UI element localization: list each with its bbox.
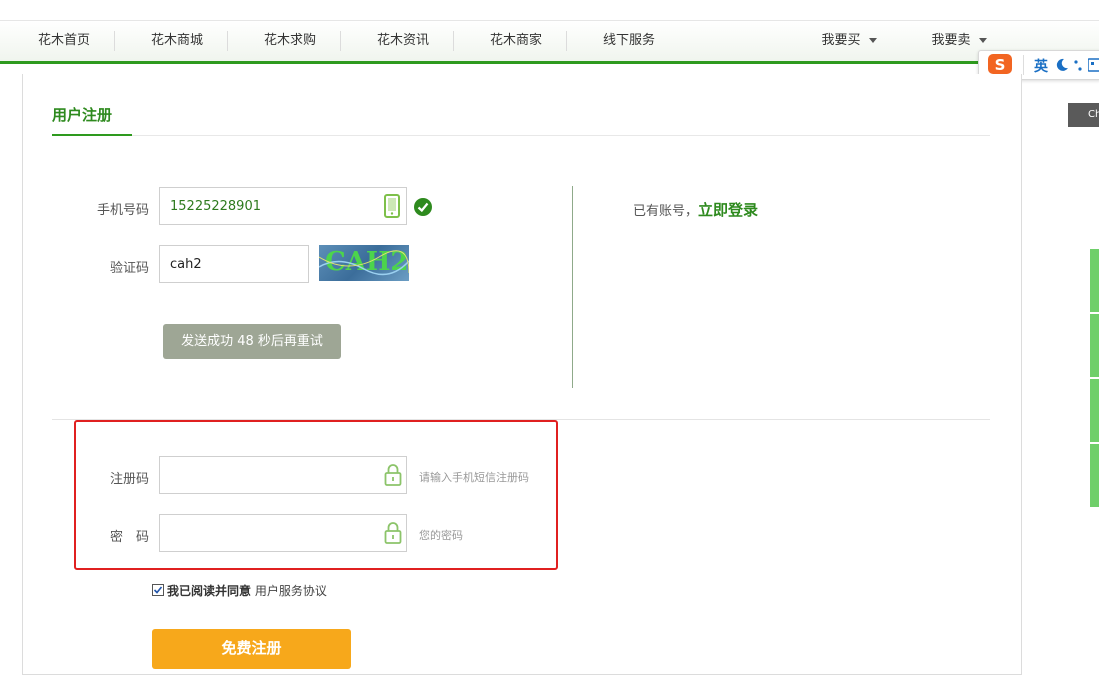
ime-mode-label[interactable]: 英 — [1034, 56, 1048, 76]
captcha-noise — [319, 250, 409, 276]
login-link[interactable]: 立即登录 — [698, 201, 758, 219]
nav-item-purchase[interactable]: 花木求购 — [253, 21, 327, 61]
lock-icon — [384, 464, 402, 486]
lock-icon — [384, 522, 402, 544]
nav-item-mall[interactable]: 花木商城 — [140, 21, 214, 61]
side-green-tab[interactable] — [1090, 379, 1099, 442]
side-float-tab[interactable]: Ch — [1068, 103, 1099, 127]
punctuation-icon[interactable] — [1072, 58, 1086, 72]
password-hint: 您的密码 — [419, 529, 463, 542]
password-label: 密 码 — [109, 530, 149, 545]
side-green-tab[interactable] — [1090, 444, 1099, 507]
sms-code-input[interactable] — [159, 456, 407, 494]
captcha-input[interactable] — [159, 245, 309, 283]
login-prompt: 已有账号，立即登录 — [633, 199, 758, 220]
title-underline — [52, 134, 132, 136]
side-green-tab[interactable] — [1090, 249, 1099, 312]
sms-code-hint: 请输入手机短信注册码 — [419, 471, 529, 484]
send-sms-button[interactable]: 发送成功 48 秒后再重试 — [163, 324, 341, 359]
agreement-link[interactable]: 用户服务协议 — [255, 584, 327, 598]
agree-checkbox[interactable] — [152, 584, 164, 596]
captcha-image[interactable]: CAH2 — [319, 245, 409, 281]
nav-separator — [566, 31, 567, 51]
chevron-down-icon — [978, 38, 987, 43]
nav-separator — [340, 31, 341, 51]
side-tab-label: Ch — [1088, 109, 1099, 120]
nav-separator — [227, 31, 228, 51]
nav-separator — [114, 31, 115, 51]
title-divider — [132, 135, 990, 136]
nav-item-news[interactable]: 花木资讯 — [366, 21, 440, 61]
nav-sell-label: 我要卖 — [931, 33, 971, 48]
agree-text: 我已阅读并同意 — [167, 584, 252, 598]
chevron-down-icon — [868, 38, 877, 43]
nav-separator — [453, 31, 454, 51]
page-title: 用户注册 — [52, 106, 113, 124]
mobile-phone-icon — [384, 194, 400, 218]
vertical-divider — [572, 186, 573, 388]
keyboard-icon[interactable] — [1088, 58, 1099, 72]
nav-item-merchants[interactable]: 花木商家 — [479, 21, 553, 61]
agreement-row: 我已阅读并同意 用户服务协议 — [152, 582, 327, 599]
register-button[interactable]: 免费注册 — [152, 629, 351, 669]
nav-item-offline[interactable]: 线下服务 — [592, 21, 666, 61]
main-nav: 花木首页 花木商城 花木求购 花木资讯 花木商家 线下服务 我要买 我要卖 — [0, 21, 1099, 64]
svg-text:S: S — [995, 56, 1006, 74]
check-valid-icon — [414, 198, 432, 216]
sms-code-label: 注册码 — [109, 472, 149, 487]
side-green-tab[interactable] — [1090, 314, 1099, 377]
ime-separator — [1023, 55, 1024, 75]
nav-item-home[interactable]: 花木首页 — [27, 21, 101, 61]
nav-buy-dropdown[interactable]: 我要买 — [814, 21, 884, 61]
moon-icon[interactable] — [1055, 58, 1069, 72]
phone-input[interactable] — [159, 187, 407, 225]
password-input[interactable] — [159, 514, 407, 552]
captcha-label: 验证码 — [109, 261, 149, 276]
nav-buy-label: 我要买 — [821, 33, 861, 48]
login-prompt-text: 已有账号， — [633, 204, 699, 219]
phone-label: 手机号码 — [96, 203, 149, 218]
